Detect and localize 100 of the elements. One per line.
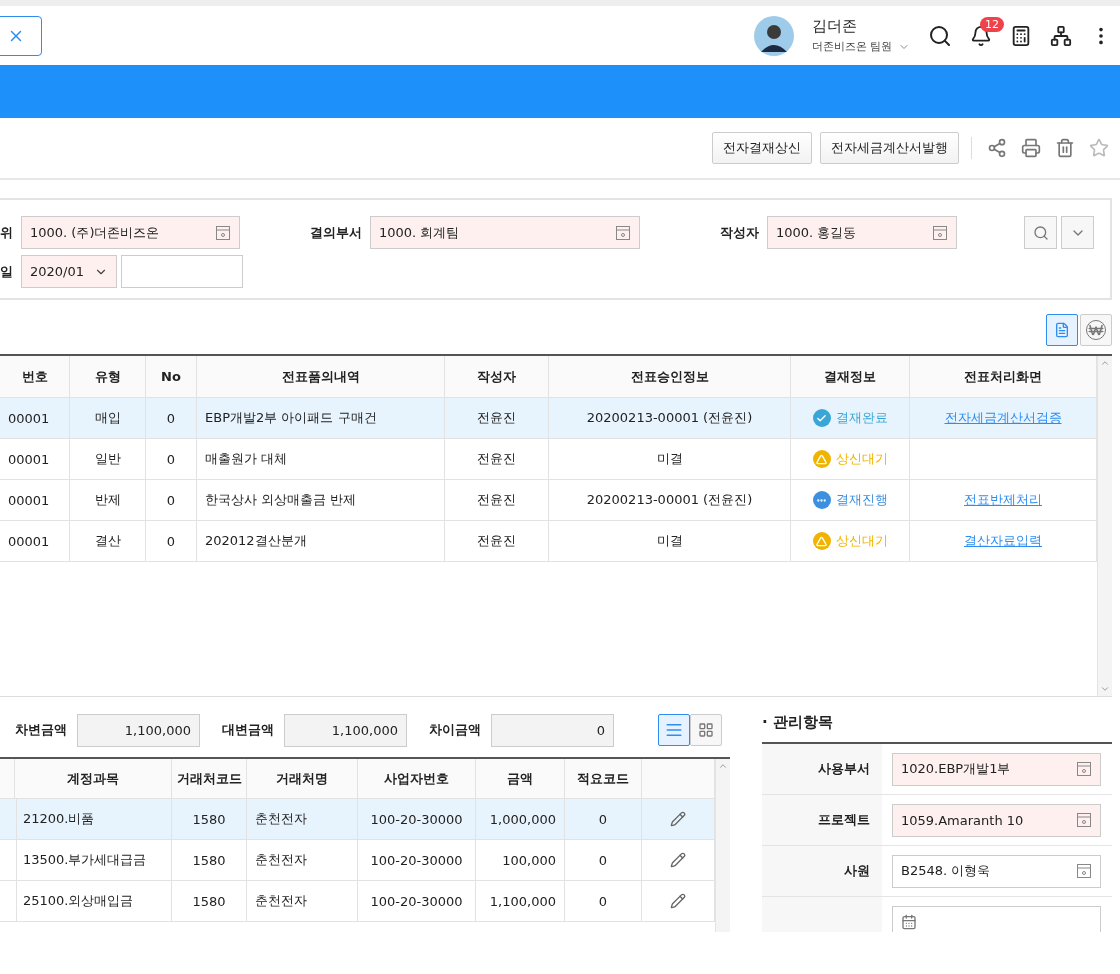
table-cell: 00001: [0, 480, 70, 520]
table-cell: 202012결산분개: [197, 521, 445, 561]
scrollbar[interactable]: [715, 759, 730, 932]
code-lookup-icon[interactable]: [1076, 812, 1092, 828]
total-value: 1,100,000: [77, 713, 200, 747]
table-cell: 0: [146, 439, 197, 479]
scroll-up-icon[interactable]: [718, 761, 728, 771]
list-view-toggle[interactable]: [658, 714, 690, 746]
table-cell: 춘천전자: [247, 799, 358, 839]
action-link[interactable]: 전표반제처리: [964, 491, 1042, 509]
calendar-icon[interactable]: [901, 914, 917, 930]
table-cell: 00001: [0, 439, 70, 479]
scroll-down-icon[interactable]: [1100, 684, 1110, 694]
avatar[interactable]: [753, 15, 794, 56]
table-cell: 20200213-00001 (전윤진): [549, 480, 791, 520]
total-label: 차변금액: [15, 721, 67, 739]
table-cell: 00001: [0, 398, 70, 438]
input-field[interactable]: [121, 255, 243, 288]
code-lookup-icon[interactable]: [615, 224, 631, 241]
user-name: 김더존: [811, 17, 858, 36]
table-cell: 21200.비품: [15, 799, 172, 839]
table-cell: 0: [146, 480, 197, 520]
field-label: 위: [0, 223, 13, 242]
search-button[interactable]: [1024, 216, 1057, 249]
field-value: 1020.EBP개발1부: [901, 760, 1011, 778]
status-label: 결재완료: [835, 409, 888, 427]
column-header: 전표품의내역: [197, 356, 445, 397]
total-value: 1,100,000: [284, 713, 407, 747]
input-field[interactable]: [892, 905, 1101, 932]
column-header: 결재정보: [791, 356, 910, 397]
document-view-toggle[interactable]: [1046, 314, 1078, 346]
search-icon[interactable]: [928, 23, 952, 48]
total-value: 0: [491, 713, 614, 747]
status-label: 상신대기: [835, 450, 888, 468]
table-cell: 미결: [549, 439, 791, 479]
table-cell: 매입: [70, 398, 146, 438]
status-label: 결재진행: [835, 491, 888, 509]
period-select[interactable]: 2020/01: [21, 255, 117, 288]
label-cell: 프로젝트: [762, 795, 882, 845]
calculator-icon[interactable]: [1010, 24, 1032, 47]
table-cell: 0: [146, 521, 197, 561]
table-cell: 0: [565, 799, 642, 839]
input-field[interactable]: 1000. (주)더존비즈온: [21, 216, 240, 249]
table-cell: 전윤진: [445, 521, 549, 561]
table-cell: 춘천전자: [247, 881, 358, 921]
grid-view-toggle[interactable]: [690, 714, 722, 746]
table-cell: 결산: [70, 521, 146, 561]
table-cell: EBP개발2부 아이패드 구매건: [197, 398, 445, 438]
field-value: 1000. 홍길동: [776, 223, 857, 242]
label-cell: 사원: [762, 846, 882, 896]
status-label: 상신대기: [835, 532, 888, 550]
total-label: 대변금액: [222, 721, 274, 739]
table-cell: 13500.부가세대급금: [15, 840, 172, 880]
label-cell: 사용부서: [762, 744, 882, 794]
table-cell: 전윤진: [445, 480, 549, 520]
edit-icon[interactable]: [670, 811, 686, 827]
column-header: 유형: [70, 356, 146, 397]
table-cell: 전윤진: [445, 398, 549, 438]
input-field[interactable]: 1000. 회계팀: [370, 216, 640, 249]
table-cell: 매출원가 대체: [197, 439, 445, 479]
close-tab-button[interactable]: [0, 15, 42, 56]
table-cell: 0: [565, 881, 642, 921]
table-cell: 미결: [549, 521, 791, 561]
table-cell: 1580: [172, 881, 247, 921]
table-cell: 00001: [0, 521, 70, 561]
grid-icon[interactable]: [698, 722, 714, 738]
column-header: 전표승인정보: [549, 356, 791, 397]
scrollbar[interactable]: [1097, 356, 1112, 696]
code-lookup-icon[interactable]: [932, 224, 948, 241]
scroll-up-icon[interactable]: [1100, 358, 1110, 368]
code-lookup-icon[interactable]: [1076, 761, 1092, 777]
input-field[interactable]: 1059.Amaranth 10: [892, 803, 1101, 837]
input-field[interactable]: 1000. 홍길동: [767, 216, 957, 249]
table-cell: 전윤진: [445, 439, 549, 479]
input-field[interactable]: 1020.EBP개발1부: [892, 752, 1101, 786]
table-cell: 한국상사 외상매출금 반제: [197, 480, 445, 520]
input-field[interactable]: B2548. 이형욱: [892, 854, 1101, 888]
won-view-toggle[interactable]: [1080, 314, 1112, 346]
action-link[interactable]: 결산자료입력: [964, 532, 1042, 550]
toolbar-button[interactable]: 전자결재상신: [712, 132, 812, 164]
table-cell: 1,100,000: [476, 881, 565, 921]
column-header: 작성자: [445, 356, 549, 397]
code-lookup-icon[interactable]: [215, 224, 231, 241]
toolbar-button[interactable]: 전자세금계산서발행: [820, 132, 959, 164]
table-cell: 20200213-00001 (전윤진): [549, 398, 791, 438]
list-icon[interactable]: [665, 721, 683, 739]
user-role: 더존비즈온 팀원: [811, 39, 892, 54]
edit-icon[interactable]: [670, 852, 686, 868]
table-cell: 100,000: [476, 840, 565, 880]
column-header: 거래처명: [247, 759, 358, 798]
code-lookup-icon[interactable]: [1076, 863, 1092, 879]
table-cell: 일반: [70, 439, 146, 479]
table-cell: 100-20-30000: [358, 799, 476, 839]
table-cell: 반제: [70, 480, 146, 520]
document-icon[interactable]: [1054, 322, 1070, 338]
notification-count: 12: [980, 16, 1004, 32]
field-value: 2020/01: [30, 264, 84, 279]
table-cell: 100-20-30000: [358, 881, 476, 921]
hierarchy-icon[interactable]: [1050, 24, 1072, 47]
edit-icon[interactable]: [670, 893, 686, 909]
